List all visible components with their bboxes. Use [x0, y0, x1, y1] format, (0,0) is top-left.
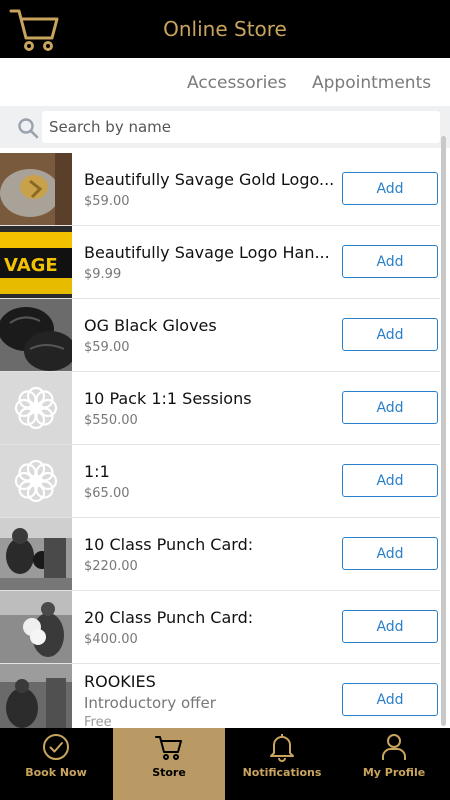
nav-my-profile[interactable]: My Profile: [338, 728, 450, 800]
product-thumbnail: [0, 518, 72, 590]
list-item[interactable]: 20 Class Punch Card: $400.00 Add: [0, 591, 440, 664]
search-bar: [0, 106, 450, 148]
add-button[interactable]: Add: [342, 172, 438, 205]
product-thumbnail: VAGE: [0, 226, 72, 298]
product-price: $550.00: [84, 413, 138, 428]
product-price: $59.00: [84, 340, 130, 355]
nav-label: Book Now: [25, 766, 87, 779]
list-item[interactable]: VAGE Beautifully Savage Logo Han... $9.9…: [0, 226, 440, 299]
product-name: Beautifully Savage Logo Han...: [84, 243, 330, 262]
product-name: 20 Class Punch Card:: [84, 608, 254, 627]
list-item[interactable]: ROOKIES Introductory offer Free Add: [0, 664, 440, 728]
add-button[interactable]: Add: [342, 464, 438, 497]
store-content: Accessories Appointments Beaut: [0, 58, 450, 728]
category-tabs: Accessories Appointments: [0, 58, 450, 106]
check-circle-icon: [42, 732, 70, 762]
add-button[interactable]: Add: [342, 610, 438, 643]
product-price: $9.99: [84, 267, 122, 282]
scrollbar[interactable]: [441, 136, 446, 726]
svg-text:VAGE: VAGE: [4, 255, 58, 276]
product-thumbnail: [0, 591, 72, 663]
product-thumbnail: [0, 299, 72, 371]
list-item[interactable]: 10 Class Punch Card: $220.00 Add: [0, 518, 440, 591]
product-subtitle: Introductory offer: [84, 694, 216, 712]
page-title: Online Store: [163, 17, 287, 41]
product-name: OG Black Gloves: [84, 316, 217, 335]
product-name: 10 Class Punch Card:: [84, 535, 254, 554]
placeholder-logo-icon: [0, 372, 72, 444]
tab-accessories[interactable]: Accessories: [187, 73, 287, 93]
product-price: $400.00: [84, 632, 138, 647]
product-price: $59.00: [84, 194, 130, 209]
cart-icon: [155, 732, 183, 762]
product-list: Beautifully Savage Gold Logo... $59.00 A…: [0, 153, 440, 728]
product-price: $65.00: [84, 486, 130, 501]
nav-notifications[interactable]: Notifications: [226, 728, 338, 800]
product-thumbnail: [0, 664, 72, 728]
product-name: Beautifully Savage Gold Logo...: [84, 170, 335, 189]
product-thumbnail: [0, 153, 72, 225]
nav-label: Notifications: [242, 766, 322, 779]
list-item[interactable]: 1:1 $65.00 Add: [0, 445, 440, 518]
list-item[interactable]: Beautifully Savage Gold Logo... $59.00 A…: [0, 153, 440, 226]
bottom-navigation: Book Now Store Notifications My Profile: [0, 728, 450, 800]
product-name: ROOKIES: [84, 672, 156, 691]
product-name: 10 Pack 1:1 Sessions: [84, 389, 252, 408]
nav-label: Store: [152, 766, 186, 779]
product-name: 1:1: [84, 462, 110, 481]
person-icon: [380, 732, 408, 762]
app-header: Online Store: [0, 0, 450, 58]
add-button[interactable]: Add: [342, 391, 438, 424]
add-button[interactable]: Add: [342, 245, 438, 278]
list-item[interactable]: OG Black Gloves $59.00 Add: [0, 299, 440, 372]
add-button[interactable]: Add: [342, 318, 438, 351]
nav-store[interactable]: Store: [113, 728, 225, 800]
nav-book-now[interactable]: Book Now: [0, 728, 112, 800]
list-item[interactable]: 10 Pack 1:1 Sessions $550.00 Add: [0, 372, 440, 445]
placeholder-logo-icon: [0, 445, 72, 517]
search-input[interactable]: [42, 111, 440, 143]
tab-appointments[interactable]: Appointments: [312, 73, 431, 93]
product-price: Free: [84, 715, 112, 728]
bell-icon: [268, 732, 296, 762]
add-button[interactable]: Add: [342, 537, 438, 570]
search-icon: [17, 117, 39, 139]
nav-label: My Profile: [362, 766, 426, 779]
product-price: $220.00: [84, 559, 138, 574]
add-button[interactable]: Add: [342, 683, 438, 716]
